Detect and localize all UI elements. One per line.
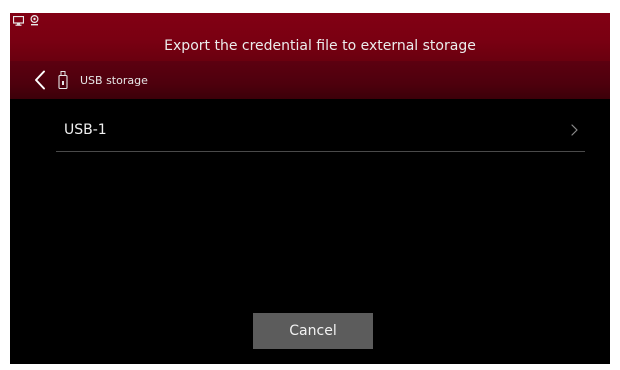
list-item-label: USB-1 [64, 122, 107, 138]
back-button[interactable] [26, 61, 54, 99]
page-title: Export the credential file to external s… [164, 38, 476, 54]
title-bar: Export the credential file to external s… [10, 13, 610, 61]
storage-list: USB-1 [56, 109, 585, 152]
monitor-icon [12, 13, 25, 30]
list-item-usb-1[interactable]: USB-1 [56, 109, 585, 152]
nav-bar: USB storage [10, 61, 610, 99]
webcam-icon [30, 13, 39, 30]
chevron-right-icon [569, 122, 579, 136]
location-label: USB storage [80, 73, 148, 87]
cancel-button[interactable]: Cancel [253, 313, 373, 349]
device-screen: Export the credential file to external s… [10, 13, 610, 364]
chevron-left-icon [35, 70, 45, 90]
status-icons [12, 14, 45, 26]
usb-drive-icon [58, 70, 70, 90]
